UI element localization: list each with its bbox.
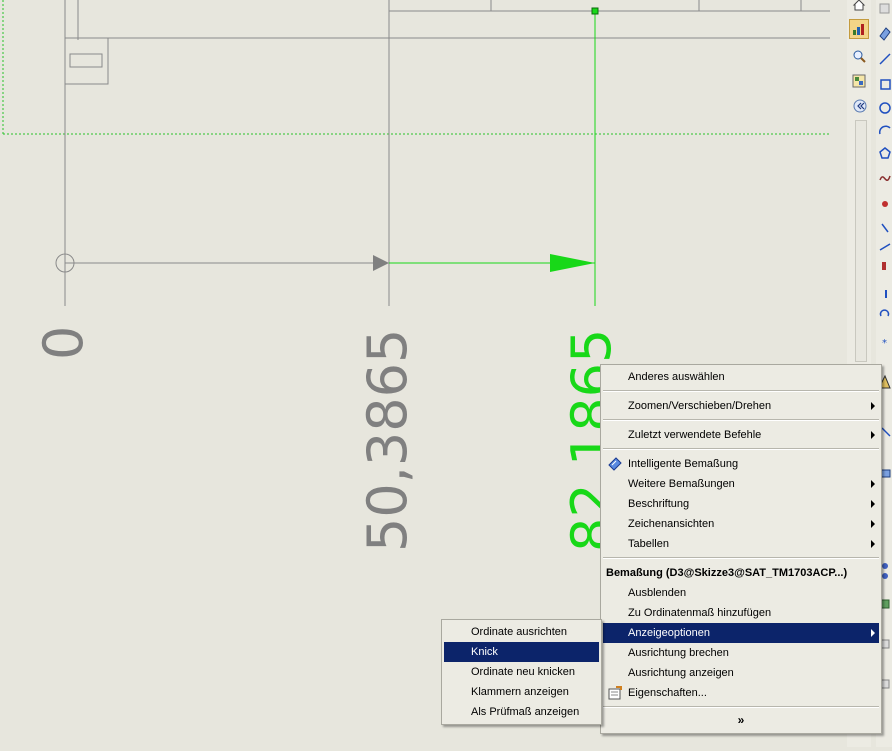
model-geometry bbox=[64, 0, 830, 85]
properties-icon bbox=[608, 686, 622, 700]
ordinate-text-0[interactable]: 0 bbox=[32, 326, 95, 360]
submenu-item-jog[interactable]: Knick bbox=[444, 642, 599, 662]
context-menu: Anderes auswählen Zoomen/Verschieben/Dre… bbox=[600, 364, 882, 734]
home-icon[interactable] bbox=[850, 0, 868, 14]
menu-item-properties[interactable]: Eigenschaften... bbox=[603, 683, 879, 703]
submenu-item-align-ordinate[interactable]: Ordinate ausrichten bbox=[444, 622, 599, 642]
chart-icon[interactable] bbox=[849, 19, 869, 39]
menu-item-select-other[interactable]: Anderes auswählen bbox=[603, 367, 879, 387]
arrowhead-green bbox=[550, 254, 595, 272]
toolbar-scrollbar[interactable] bbox=[855, 120, 867, 362]
submenu-arrow-icon bbox=[871, 540, 875, 548]
menu-item-recent-commands[interactable]: Zuletzt verwendete Befehle bbox=[603, 425, 879, 445]
smart-dimension-icon bbox=[608, 457, 622, 471]
zoom-icon[interactable] bbox=[850, 47, 868, 65]
svg-text:*: * bbox=[882, 338, 887, 349]
menu-item-display-options[interactable]: Anzeigeoptionen bbox=[603, 623, 879, 643]
menu-item-zoom-pan-rotate[interactable]: Zoomen/Verschieben/Drehen bbox=[603, 396, 879, 416]
ordinate-text-50[interactable]: 50,3865 bbox=[356, 329, 419, 552]
grip-handle[interactable] bbox=[591, 7, 599, 15]
menu-item-show-alignment[interactable]: Ausrichtung anzeigen bbox=[603, 663, 879, 683]
menu-item-more-dimensions[interactable]: Weitere Bemaßungen bbox=[603, 474, 879, 494]
submenu-arrow-icon bbox=[871, 431, 875, 439]
submenu-arrow-icon bbox=[871, 402, 875, 410]
collapse-icon[interactable] bbox=[851, 97, 869, 115]
menu-item-drawing-views[interactable]: Zeichenansichten bbox=[603, 514, 879, 534]
submenu-arrow-icon bbox=[871, 500, 875, 508]
submenu-item-inspection-dimension[interactable]: Als Prüfmaß anzeigen bbox=[444, 702, 599, 722]
menu-item-break-alignment[interactable]: Ausrichtung brechen bbox=[603, 643, 879, 663]
submenu-item-rejog-ordinate[interactable]: Ordinate neu knicken bbox=[444, 662, 599, 682]
menu-section-header: Bemaßung (D3@Skizze3@SAT_TM1703ACP...) bbox=[606, 567, 848, 579]
submenu-item-show-brackets[interactable]: Klammern anzeigen bbox=[444, 682, 599, 702]
menu-item-tables[interactable]: Tabellen bbox=[603, 534, 879, 554]
menu-item-hide[interactable]: Ausblenden bbox=[603, 583, 879, 603]
menu-item-smart-dimension[interactable]: Intelligente Bemaßung bbox=[603, 454, 879, 474]
arrowhead-gray bbox=[373, 255, 389, 271]
submenu-arrow-icon bbox=[871, 629, 875, 637]
submenu-arrow-icon bbox=[871, 480, 875, 488]
menu-expand-chevron-icon[interactable]: » bbox=[601, 711, 881, 729]
submenu-arrow-icon bbox=[871, 520, 875, 528]
display-options-submenu: Ordinate ausrichten Knick Ordinate neu k… bbox=[441, 619, 602, 725]
view-icon[interactable] bbox=[850, 72, 868, 90]
menu-item-add-to-ordinate[interactable]: Zu Ordinatenmaß hinzufügen bbox=[603, 603, 879, 623]
menu-item-annotation[interactable]: Beschriftung bbox=[603, 494, 879, 514]
